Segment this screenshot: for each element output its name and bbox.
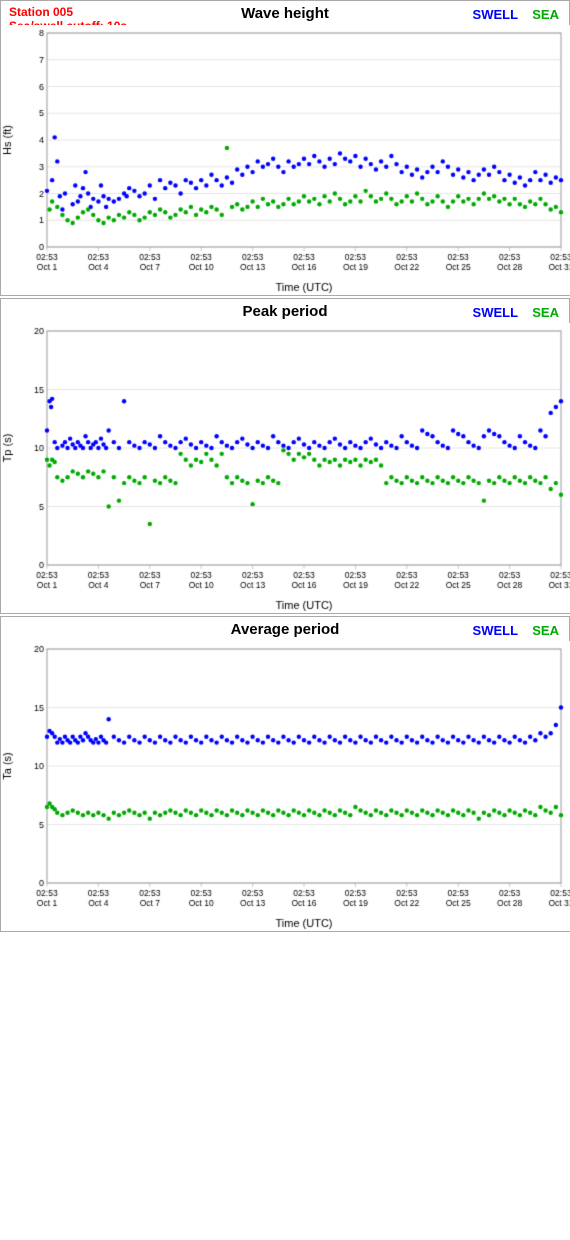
wave-height-chart: Station 005 Sea/swell cutoff: 10s Wave h…: [0, 0, 570, 296]
legend-sea-3: SEA: [532, 623, 559, 638]
legend-swell-2: SWELL: [473, 305, 518, 320]
station-name: Station 005: [9, 5, 127, 19]
legend-sea-2: SEA: [532, 305, 559, 320]
chart3-canvas: [1, 641, 570, 931]
chart1-canvas: [1, 25, 570, 295]
chart1-legend: SWELL SEA: [473, 7, 559, 22]
chart1-title: Wave height: [241, 5, 329, 22]
chart2-area: [1, 323, 569, 613]
chart3-area: [1, 641, 569, 931]
chart2-canvas: [1, 323, 570, 613]
chart3-title: Average period: [231, 621, 340, 638]
chart2-title: Peak period: [242, 303, 327, 320]
chart3-header: Average period SWELL SEA: [1, 617, 569, 641]
chart1-area: [1, 25, 569, 295]
legend-swell-1: SWELL: [473, 7, 518, 22]
chart3-legend: SWELL SEA: [473, 623, 559, 638]
avg-period-chart: Average period SWELL SEA: [0, 616, 570, 932]
chart2-header: Peak period SWELL SEA: [1, 299, 569, 323]
chart1-header: Station 005 Sea/swell cutoff: 10s Wave h…: [1, 1, 569, 25]
legend-sea-1: SEA: [532, 7, 559, 22]
chart2-legend: SWELL SEA: [473, 305, 559, 320]
legend-swell-3: SWELL: [473, 623, 518, 638]
peak-period-chart: Peak period SWELL SEA: [0, 298, 570, 614]
